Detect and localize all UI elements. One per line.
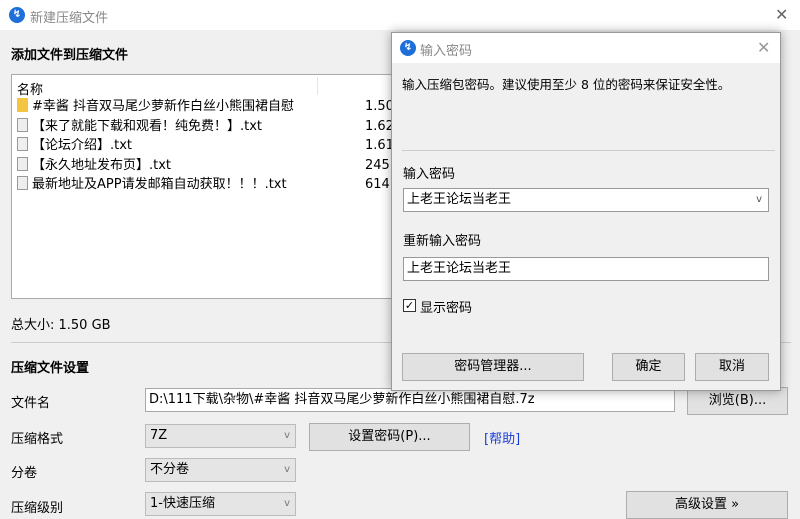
chevron-down-icon[interactable]: v: [756, 189, 762, 211]
split-label: 分卷: [11, 466, 38, 481]
ok-button[interactable]: 确定: [612, 353, 685, 381]
advanced-settings-button[interactable]: 高级设置 »: [626, 491, 788, 519]
file-list[interactable]: 名称 #幸酱 抖音双马尾少萝新作白丝小熊围裙自慰 1.50 【来了就能下载和观看！纯…: [11, 74, 401, 299]
file-icon: [17, 117, 28, 132]
file-size: 1.61: [365, 138, 394, 153]
show-password-label[interactable]: 显示密码: [420, 297, 472, 316]
section-add-heading: 添加文件到压缩文件: [11, 48, 129, 63]
column-header-name[interactable]: 名称: [17, 79, 43, 98]
file-icon: [17, 176, 28, 190]
password-label: 输入密码: [403, 167, 456, 182]
chevron-down-icon: v: [284, 430, 290, 441]
chevron-down-icon: v: [284, 498, 290, 509]
main-titlebar: ↯ 新建压缩文件 ✕: [0, 0, 800, 30]
filename-label: 文件名: [11, 396, 51, 411]
file-icon: [17, 137, 28, 151]
column-divider: [317, 77, 318, 95]
file-size: 614: [365, 177, 390, 192]
file-size: 245: [365, 157, 390, 173]
format-label: 压缩格式: [11, 432, 64, 447]
file-name: 【永久地址发布页】.txt: [32, 157, 172, 173]
cancel-button[interactable]: 取消: [695, 353, 769, 381]
format-value: 7Z: [150, 428, 168, 443]
file-name: 【论坛介绍】.txt: [32, 138, 133, 153]
app-logo-icon: ↯: [400, 40, 416, 56]
dialog-titlebar: ↯ 输入密码 ✕: [392, 33, 780, 63]
split-value: 不分卷: [150, 462, 190, 477]
section-settings-heading: 压缩文件设置: [11, 361, 90, 376]
app-logo-icon: ↯: [9, 7, 25, 23]
show-password-checkbox[interactable]: ✓: [403, 299, 416, 312]
list-item[interactable]: 【来了就能下载和观看！纯免费！】.txt 1.62: [17, 117, 397, 137]
reenter-password-input[interactable]: 上老王论坛当老王: [403, 257, 769, 281]
close-icon[interactable]: ✕: [757, 38, 770, 57]
browse-button[interactable]: 浏览(B)...: [687, 387, 788, 415]
folder-icon: [17, 98, 28, 112]
level-value: 1-快速压缩: [150, 496, 215, 511]
dialog-title: 输入密码: [420, 44, 473, 59]
password-manager-button[interactable]: 密码管理器...: [402, 353, 584, 381]
total-size: 总大小: 1.50 GB: [11, 318, 111, 333]
reenter-label: 重新输入密码: [403, 234, 482, 249]
list-item[interactable]: #幸酱 抖音双马尾少萝新作白丝小熊围裙自慰 1.50: [17, 97, 397, 117]
list-item[interactable]: 【永久地址发布页】.txt 245: [17, 156, 397, 176]
password-dialog: ↯ 输入密码 ✕ 输入压缩包密码。建议使用至少 8 位的密码来保证安全性。 输入…: [391, 32, 781, 391]
level-select[interactable]: 1-快速压缩 v: [145, 492, 296, 516]
file-name: 【来了就能下载和观看！纯免费！】.txt: [32, 118, 263, 134]
chevron-down-icon: v: [284, 464, 290, 475]
set-password-button[interactable]: 设置密码(P)...: [309, 423, 470, 451]
password-combobox[interactable]: 上老王论坛当老王 v: [403, 188, 769, 212]
filename-input[interactable]: D:\111下载\杂物\#幸酱 抖音双马尾少萝新作白丝小熊围裙自慰.7z: [145, 388, 675, 412]
file-name: 最新地址及APP请发邮箱自动获取！！！.txt: [32, 177, 287, 192]
password-value: 上老王论坛当老王: [407, 192, 512, 207]
help-link[interactable]: [帮助]: [484, 428, 520, 447]
close-icon[interactable]: ✕: [775, 5, 788, 24]
split-select[interactable]: 不分卷 v: [145, 458, 296, 482]
dialog-description: 输入压缩包密码。建议使用至少 8 位的密码来保证安全性。: [402, 77, 731, 92]
file-size: 1.62: [365, 118, 394, 134]
file-size: 1.50: [365, 99, 394, 114]
divider: [402, 150, 775, 151]
window-title: 新建压缩文件: [30, 11, 109, 26]
list-item[interactable]: 最新地址及APP请发邮箱自动获取！！！.txt 614: [17, 175, 397, 195]
file-name: #幸酱 抖音双马尾少萝新作白丝小熊围裙自慰: [32, 99, 295, 114]
list-item[interactable]: 【论坛介绍】.txt 1.61: [17, 136, 397, 156]
format-select[interactable]: 7Z v: [145, 424, 296, 448]
file-icon: [17, 156, 28, 171]
level-label: 压缩级别: [11, 501, 64, 516]
